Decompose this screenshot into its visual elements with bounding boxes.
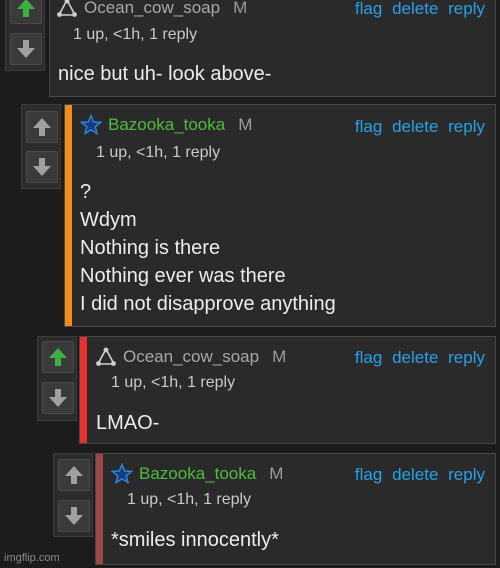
comment-line: LMAO- [96, 412, 160, 434]
username-link[interactable]: Bazooka_tooka [139, 464, 256, 484]
down-arrow-icon [33, 158, 51, 176]
mod-badge: M [272, 347, 287, 366]
username-link[interactable]: Ocean_cow_soap [123, 347, 259, 367]
down-arrow-icon [17, 40, 35, 58]
vote-column [37, 336, 77, 421]
up-arrow-icon [65, 466, 83, 484]
comment-body: *smiles innocently* [111, 526, 279, 554]
comment-line: nice but uh- look above- [58, 63, 272, 85]
upvote-button[interactable] [58, 459, 90, 491]
username-link[interactable]: Ocean_cow_soap [84, 0, 220, 18]
blue-star-icon [111, 463, 133, 485]
comment-2: Bazooka_tooka M flag delete reply 1 up, … [0, 104, 500, 328]
flag-link[interactable]: flag [355, 465, 382, 484]
flag-link[interactable]: flag [355, 117, 382, 136]
delete-link[interactable]: delete [392, 465, 438, 484]
reply-link[interactable]: reply [448, 117, 485, 136]
delete-link[interactable]: delete [392, 0, 438, 18]
comment-meta: 1 up, <1h, 1 reply [73, 26, 198, 43]
comment-header: Bazooka_tooka M [111, 463, 283, 485]
reply-link[interactable]: reply [448, 0, 485, 18]
comment-box: Ocean_cow_soap M flag delete reply 1 up,… [79, 336, 496, 444]
thread-stripe [96, 454, 103, 564]
vote-column [53, 453, 93, 537]
comment-1: Ocean_cow_soap M flag delete reply 1 up,… [0, 0, 500, 100]
comment-line: ? [80, 181, 92, 203]
comment-meta: 1 up, <1h, 1 reply [127, 491, 252, 508]
comment-line: Nothing ever was there [80, 265, 286, 287]
comment-actions: flag delete reply [350, 465, 485, 485]
comment-actions: flag delete reply [350, 348, 485, 368]
comment-4: Bazooka_tooka M flag delete reply 1 up, … [0, 453, 500, 568]
downvote-button[interactable] [10, 33, 42, 65]
comment-header: Bazooka_tooka M [80, 114, 252, 136]
comment-line: *smiles innocently* [111, 529, 279, 551]
delete-link[interactable]: delete [392, 348, 438, 367]
comment-3: Ocean_cow_soap M flag delete reply 1 up,… [0, 336, 500, 446]
delete-link[interactable]: delete [392, 117, 438, 136]
downvote-button[interactable] [26, 151, 58, 183]
downvote-button[interactable] [42, 382, 74, 414]
comment-body: LMAO- [96, 409, 159, 437]
triangle-dots-icon [96, 347, 116, 366]
comment-meta: 1 up, <1h, 1 reply [96, 144, 221, 161]
flag-link[interactable]: flag [355, 0, 382, 18]
comment-line: Wdym [80, 209, 137, 231]
username-link[interactable]: Bazooka_tooka [108, 115, 225, 135]
comment-line: I did not disapprove anything [80, 293, 336, 315]
imgflip-watermark: imgflip.com [4, 552, 60, 564]
upvote-button[interactable] [26, 111, 58, 143]
downvote-button[interactable] [58, 500, 90, 532]
down-arrow-icon [65, 507, 83, 525]
thread-stripe [65, 105, 72, 326]
comment-body: nice but uh- look above- [58, 60, 271, 88]
comment-box: Bazooka_tooka M flag delete reply 1 up, … [95, 453, 496, 565]
reply-link[interactable]: reply [448, 465, 485, 484]
up-arrow-icon [33, 118, 51, 136]
up-arrow-icon [49, 348, 67, 366]
comment-box: Ocean_cow_soap M flag delete reply 1 up,… [49, 0, 496, 97]
thread-stripe [80, 337, 87, 443]
comment-line: Nothing is there [80, 237, 221, 259]
blue-star-icon [80, 114, 102, 136]
vote-column [5, 0, 45, 71]
mod-badge: M [233, 0, 248, 17]
down-arrow-icon [49, 389, 67, 407]
comment-meta: 1 up, <1h, 1 reply [111, 374, 236, 391]
vote-column [21, 104, 61, 189]
comment-header: Ocean_cow_soap M [95, 346, 286, 368]
upvote-button[interactable] [10, 0, 42, 24]
reply-link[interactable]: reply [448, 348, 485, 367]
comment-header: Ocean_cow_soap M [56, 0, 247, 19]
up-arrow-icon [17, 0, 35, 17]
comment-actions: flag delete reply [350, 117, 485, 137]
comment-box: Bazooka_tooka M flag delete reply 1 up, … [64, 104, 496, 327]
comment-body: ? Wdym Nothing is there Nothing ever was… [80, 178, 336, 318]
upvote-button[interactable] [42, 341, 74, 373]
mod-badge: M [269, 464, 284, 483]
triangle-dots-icon [57, 0, 77, 17]
flag-link[interactable]: flag [355, 348, 382, 367]
mod-badge: M [238, 115, 253, 134]
comment-actions: flag delete reply [350, 0, 485, 19]
